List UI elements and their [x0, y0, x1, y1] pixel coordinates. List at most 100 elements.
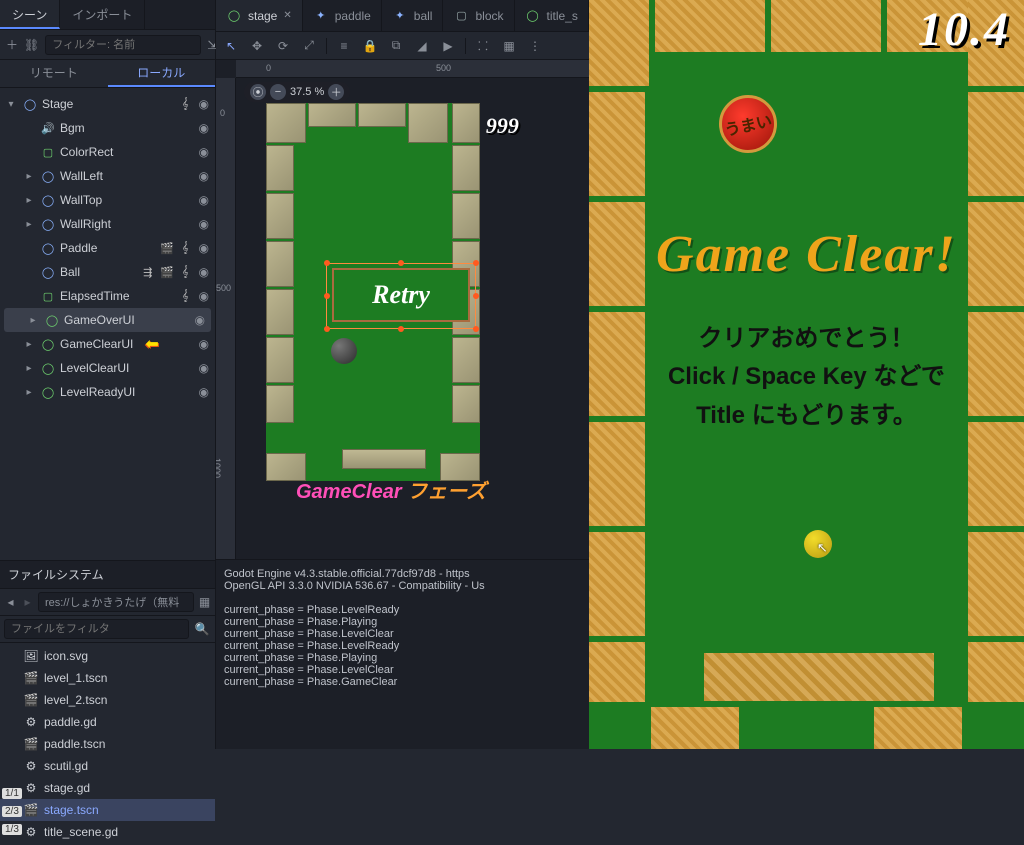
selection-handle[interactable] [398, 326, 404, 332]
fs-search-button[interactable]: 🔍 [193, 620, 211, 638]
visibility-icon[interactable]: ◉ [199, 361, 209, 375]
output-console[interactable]: Godot Engine v4.3.stable.official.77dcf9… [216, 559, 589, 749]
fs-item[interactable]: 🖼icon.svg [0, 645, 215, 667]
node-paddle[interactable]: ◯ Paddle 🎬 𝄞 ◉ [0, 236, 215, 260]
selection-handle[interactable] [473, 293, 479, 299]
canvas-viewport[interactable]: 0 500 1000 0 500 ⦿ − 37.5 % ＋ [216, 60, 589, 559]
canvas-contents[interactable]: 999 Retry GameClear フェーズ [236, 78, 589, 559]
scene-tree[interactable]: ▾ ◯ Stage 𝄞 ◉ 🔊 Bgm ◉ ▢ ColorRect ◉ ▸ ◯ [0, 88, 215, 560]
node-wallright[interactable]: ▸ ◯ WallRight ◉ [0, 212, 215, 236]
subtab-remote[interactable]: リモート [0, 60, 108, 87]
lock-tool[interactable]: 🔒 [361, 37, 379, 55]
visibility-icon[interactable]: ◉ [199, 265, 209, 279]
visibility-icon[interactable]: ◉ [199, 145, 209, 159]
chevron-down-icon[interactable]: ▾ [4, 99, 18, 110]
editor-tab-stage[interactable]: ◯ stage ✕ [216, 0, 303, 31]
group-tool[interactable]: ⧉ [387, 37, 405, 55]
node-gameoverui[interactable]: ▸ ◯ GameOverUI ◉ [4, 308, 211, 332]
visibility-icon[interactable]: ◉ [199, 217, 209, 231]
pan-tool[interactable]: ▶ [439, 37, 457, 55]
visibility-icon[interactable]: ◉ [199, 385, 209, 399]
visibility-icon[interactable]: ◉ [199, 241, 209, 255]
fs-fwd-button[interactable]: ▸ [21, 593, 34, 611]
select-tool[interactable]: ↖ [222, 37, 240, 55]
fs-item[interactable]: 🎬paddle.tscn [0, 733, 215, 755]
node-walltop[interactable]: ▸ ◯ WallTop ◉ [0, 188, 215, 212]
node-bgm[interactable]: 🔊 Bgm ◉ [0, 116, 215, 140]
fs-item[interactable]: ⚙stage.gd [0, 777, 215, 799]
script-icon[interactable]: 𝄞 [182, 266, 189, 279]
node2d-icon: ◯ [22, 96, 38, 112]
clapper-icon[interactable]: 🎬 [160, 266, 174, 279]
chevron-right-icon[interactable]: ▸ [26, 315, 40, 326]
chevron-right-icon[interactable]: ▸ [22, 219, 36, 230]
visibility-icon[interactable]: ◉ [199, 97, 209, 111]
tab-import[interactable]: インポート [60, 0, 145, 29]
editor-tab-title[interactable]: ◯ title_s [515, 0, 589, 31]
fs-item[interactable]: ⚙scutil.gd [0, 755, 215, 777]
visibility-icon[interactable]: ◉ [199, 121, 209, 135]
fs-item[interactable]: 🎬level_1.tscn [0, 667, 215, 689]
fs-item[interactable]: 🎬level_2.tscn [0, 689, 215, 711]
fs-item[interactable]: ⚙paddle.gd [0, 711, 215, 733]
node-elapsedtime[interactable]: ▢ ElapsedTime 𝄞 ◉ [0, 284, 215, 308]
selection-handle[interactable] [324, 326, 330, 332]
chevron-right-icon[interactable]: ▸ [22, 363, 36, 374]
node-wallleft[interactable]: ▸ ◯ WallLeft ◉ [0, 164, 215, 188]
canvas-ball[interactable] [331, 338, 357, 364]
visibility-icon[interactable]: ◉ [199, 193, 209, 207]
move-tool[interactable]: ✥ [248, 37, 266, 55]
ruler-tool[interactable]: ◢ [413, 37, 431, 55]
script-icon[interactable]: 𝄞 [182, 290, 189, 303]
subtab-local[interactable]: ローカル [108, 60, 216, 87]
selection-handle[interactable] [473, 260, 479, 266]
chevron-right-icon[interactable]: ▸ [22, 195, 36, 206]
node-levelreadyui[interactable]: ▸ ◯ LevelReadyUI ◉ [0, 380, 215, 404]
editor-tab-ball[interactable]: ✦ ball [382, 0, 444, 31]
selection-handle[interactable] [324, 260, 330, 266]
visibility-icon[interactable]: ◉ [195, 313, 205, 327]
node-stage[interactable]: ▾ ◯ Stage 𝄞 ◉ [0, 92, 215, 116]
editor-tab-paddle[interactable]: ✦ paddle [303, 0, 382, 31]
visibility-icon[interactable]: ◉ [199, 337, 209, 351]
snap-tool[interactable]: ⸬ [474, 37, 492, 55]
node-levelclearui[interactable]: ▸ ◯ LevelClearUI ◉ [0, 356, 215, 380]
clapper-icon[interactable]: 🎬 [160, 242, 174, 255]
canvas-paddle[interactable] [342, 449, 426, 469]
fs-grid-button[interactable]: ▦ [198, 593, 211, 611]
filesystem-list[interactable]: 🖼icon.svg 🎬level_1.tscn 🎬level_2.tscn ⚙p… [0, 643, 215, 845]
selection-handle[interactable] [324, 293, 330, 299]
close-icon[interactable]: ✕ [283, 10, 291, 21]
scale-tool[interactable]: ⤢ [300, 37, 318, 55]
selection-handle[interactable] [473, 326, 479, 332]
script-icon[interactable]: 𝄞 [182, 242, 189, 255]
tab-scene[interactable]: シーン [0, 0, 60, 29]
grid-tool[interactable]: ▦ [500, 37, 518, 55]
fs-back-button[interactable]: ◂ [4, 593, 17, 611]
link-node-button[interactable]: ⛓ [24, 36, 39, 54]
rotate-tool[interactable]: ⟳ [274, 37, 292, 55]
game-screen[interactable]: 10.4 うまい Game Clear! クリアおめでとう！ Click / S… [589, 0, 1024, 749]
fs-item[interactable]: ⚙title_scene.gd [0, 821, 215, 843]
retry-button[interactable]: Retry [332, 268, 470, 322]
selection-handle[interactable] [398, 260, 404, 266]
list-tool[interactable]: ≡ [335, 37, 353, 55]
node-colorrect[interactable]: ▢ ColorRect ◉ [0, 140, 215, 164]
chevron-right-icon[interactable]: ▸ [22, 339, 36, 350]
chevron-right-icon[interactable]: ▸ [22, 387, 36, 398]
script-icon[interactable]: 𝄞 [182, 98, 189, 111]
running-game-window[interactable]: 10.4 うまい Game Clear! クリアおめでとう！ Click / S… [589, 0, 1024, 749]
fs-filter-input[interactable] [4, 619, 189, 639]
editor-tab-block[interactable]: ▢ block [443, 0, 514, 31]
node-ball[interactable]: ◯ Ball ⇶ 🎬 𝄞 ◉ [0, 260, 215, 284]
fs-path-input[interactable] [38, 592, 194, 612]
visibility-icon[interactable]: ◉ [199, 289, 209, 303]
visibility-icon[interactable]: ◉ [199, 169, 209, 183]
signal-icon[interactable]: ⇶ [143, 266, 152, 279]
add-node-button[interactable]: ＋ [6, 36, 18, 54]
fs-item[interactable]: 🎬stage.tscn [0, 799, 215, 821]
node-gameclearui[interactable]: ▸ ◯ GameClearUI ⬅ ◉ [0, 332, 215, 356]
more-tool[interactable]: ⋮ [526, 37, 544, 55]
chevron-right-icon[interactable]: ▸ [22, 171, 36, 182]
scene-filter-input[interactable] [45, 35, 201, 55]
